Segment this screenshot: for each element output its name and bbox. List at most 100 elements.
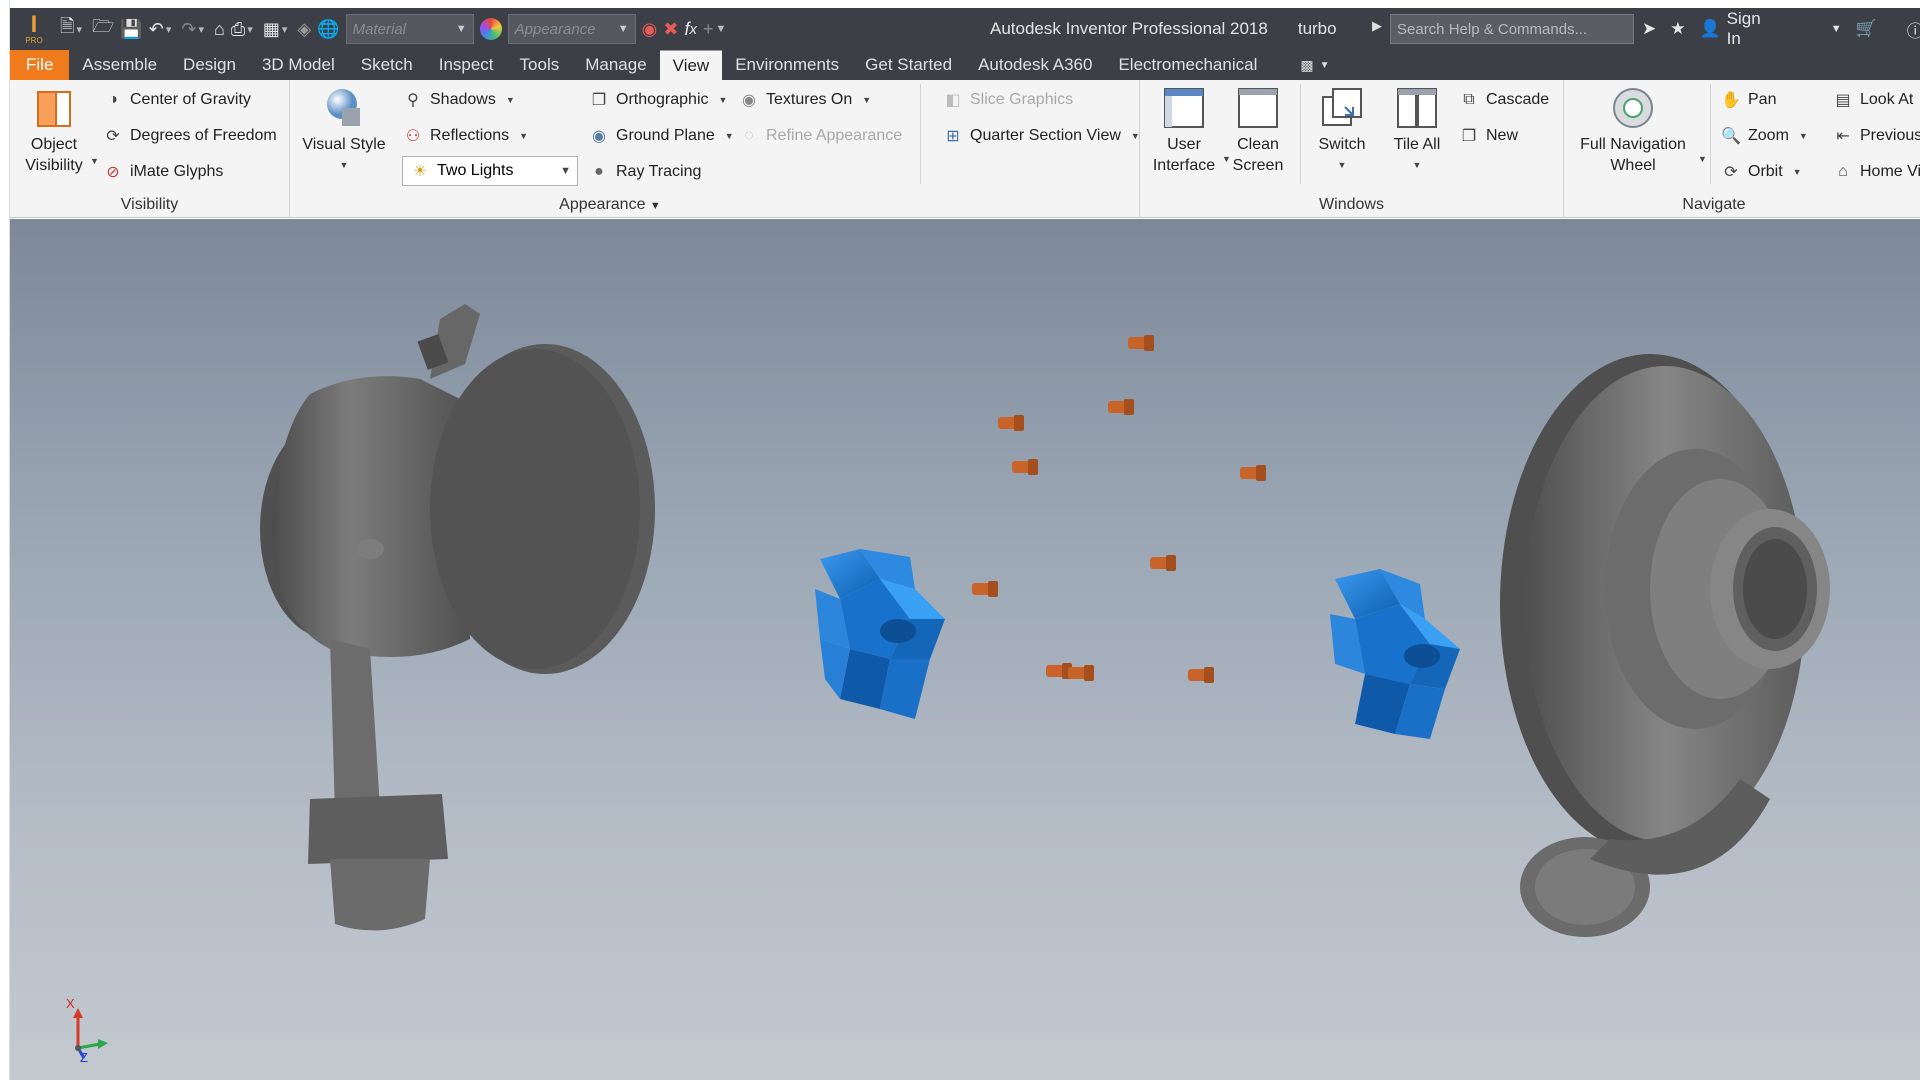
clear-appearance-icon[interactable]: ✖ [663, 14, 678, 44]
look-at-label: Look At [1860, 91, 1914, 108]
new-window-button[interactable]: ❐ New [1458, 122, 1518, 150]
ribbon-display-toggle[interactable]: ▩ ▼ [1300, 50, 1329, 80]
bolt[interactable] [1066, 663, 1096, 683]
slice-graphics-label: Slice Graphics [970, 91, 1074, 108]
app-menu-button[interactable]: I PRO [18, 10, 50, 48]
bolt[interactable] [1238, 463, 1268, 483]
customize-qat-icon[interactable]: ▼ [715, 14, 726, 44]
textures-on-button[interactable]: ◉ Textures On ▼ [738, 86, 871, 114]
chevron-down-icon: ▼ [1130, 131, 1140, 141]
cart-icon[interactable]: 🛒 [1856, 19, 1877, 39]
previous-view-button[interactable]: ⇤ Previous [1832, 122, 1920, 150]
tab-design[interactable]: Design [170, 50, 249, 80]
shadows-button[interactable]: ⚲ Shadows ▼ [402, 86, 515, 114]
select-dropdown-icon[interactable]: ▾ [282, 14, 288, 44]
sign-in-button[interactable]: 👤 Sign In [1700, 9, 1761, 49]
tab-3d-model[interactable]: 3D Model [249, 50, 348, 80]
sign-in-dropdown-icon[interactable]: ▼ [1831, 23, 1842, 35]
tab-electromechanical[interactable]: Electromechanical [1105, 50, 1270, 80]
print-icon[interactable]: ⎙ [231, 14, 245, 44]
tab-inspect[interactable]: Inspect [426, 50, 507, 80]
tab-manage[interactable]: Manage [572, 50, 659, 80]
tab-autodesk-a360[interactable]: Autodesk A360 [965, 50, 1105, 80]
object-visibility-button[interactable]: Object Visibility [24, 86, 84, 176]
orthographic-button[interactable]: ❐ Orthographic ▼ [588, 86, 728, 114]
parameters-fx-icon[interactable]: fx [684, 14, 697, 44]
bolt[interactable] [1106, 397, 1136, 417]
tile-all-button[interactable]: Tile All ▼ [1384, 86, 1450, 176]
search-input[interactable]: Search Help & Commands... [1390, 14, 1634, 44]
center-of-gravity-button[interactable]: ◑ Center of Gravity [102, 86, 251, 114]
bolt[interactable] [1148, 553, 1178, 573]
appearance-combo[interactable]: Appearance ▼ [507, 14, 636, 44]
graphics-viewport[interactable]: X Z [10, 219, 1920, 1080]
ground-plane-button[interactable]: ◉ Ground Plane ▼ [588, 122, 734, 150]
user-interface-button[interactable]: User Interface [1150, 86, 1218, 176]
camera-icon: ▩ [1300, 56, 1314, 73]
clean-screen-line1: Clean [1237, 136, 1279, 153]
look-at-button[interactable]: ▤ Look At [1832, 86, 1913, 114]
zoom-button[interactable]: 🔍 Zoom ▼ [1720, 122, 1808, 150]
right-housing[interactable] [1500, 354, 1830, 937]
favorites-star-icon[interactable]: ★ [1670, 19, 1685, 39]
redo-dropdown-icon[interactable]: ▾ [198, 14, 204, 44]
print-dropdown-icon[interactable]: ▾ [247, 14, 253, 44]
open-folder-icon[interactable]: 🗁 [92, 14, 114, 44]
tab-tools[interactable]: Tools [507, 50, 573, 80]
search-expand-icon[interactable]: ▶ [1372, 18, 1382, 34]
material-combo[interactable]: Material ▼ [345, 14, 474, 44]
redo-icon[interactable]: ↷ [181, 14, 196, 44]
home-icon[interactable]: ⌂ [214, 14, 225, 44]
tab-view[interactable]: View [659, 50, 723, 80]
communication-icon[interactable]: ➤ [1642, 19, 1656, 39]
window-title: Autodesk Inventor Professional 2018 turb… [990, 8, 1337, 50]
refine-appearance-button[interactable]: ◌ Refine Appearance [738, 122, 902, 150]
help-icon[interactable]: ⓘ [1907, 17, 1920, 42]
tab-assemble[interactable]: Assemble [69, 50, 170, 80]
bolt[interactable] [1126, 333, 1156, 353]
tab-environments[interactable]: Environments [722, 50, 852, 80]
tab-file[interactable]: File [10, 50, 70, 80]
appearance-title-text: Appearance [559, 196, 646, 213]
orbit-button[interactable]: ⟳ Orbit ▼ [1720, 158, 1801, 186]
bolt[interactable] [996, 413, 1026, 433]
left-impeller[interactable] [815, 549, 945, 719]
reflections-button[interactable]: ⚇ Reflections ▼ [402, 122, 528, 150]
left-housing[interactable] [260, 304, 655, 931]
lighting-style-select[interactable]: ☀ Two Lights ▼ [402, 156, 578, 186]
adjust-appearance-icon[interactable]: ◉ [642, 14, 658, 44]
chevron-down-icon[interactable]: ▼ [90, 156, 99, 166]
ray-tracing-button[interactable]: ● Ray Tracing [588, 158, 701, 186]
chevron-down-icon: ▼ [1798, 131, 1808, 141]
visual-style-button[interactable]: Visual Style ▼ [300, 86, 388, 176]
undo-dropdown-icon[interactable]: ▾ [166, 14, 172, 44]
bolt[interactable] [970, 579, 1000, 599]
new-file-icon[interactable]: 🗎 [60, 14, 74, 44]
clean-screen-button[interactable]: Clean Screen [1224, 86, 1292, 176]
color-override-icon[interactable]: ◈ [297, 14, 311, 44]
pan-button[interactable]: ✋ Pan [1720, 86, 1776, 114]
chevron-down-icon: ▼ [724, 131, 734, 141]
add-icon[interactable]: + [703, 14, 714, 44]
new-dropdown-icon[interactable]: ▾ [76, 14, 82, 44]
switch-button[interactable]: Switch ▼ [1306, 86, 1378, 176]
home-view-button[interactable]: ⌂ Home Vie [1832, 158, 1920, 186]
tab-get-started[interactable]: Get Started [852, 50, 965, 80]
undo-icon[interactable]: ↶ [149, 14, 164, 44]
appearance-panel-title[interactable]: Appearance ▼ [290, 194, 930, 216]
right-impeller[interactable] [1330, 569, 1460, 739]
degrees-of-freedom-button[interactable]: ⟳ Degrees of Freedom [102, 122, 276, 150]
full-navigation-wheel-button[interactable]: Full Navigation Wheel [1574, 86, 1692, 176]
imate-glyphs-button[interactable]: ⊘ iMate Glyphs [102, 158, 223, 186]
tab-sketch[interactable]: Sketch [348, 50, 426, 80]
app-logo-letter: I [30, 10, 38, 38]
bolt[interactable] [1186, 665, 1216, 685]
chevron-down-icon[interactable]: ▼ [1698, 154, 1707, 164]
cascade-button[interactable]: ⧉ Cascade [1458, 86, 1549, 114]
save-icon[interactable]: 💾 [120, 14, 142, 44]
globe-icon[interactable]: 🌐 [317, 14, 339, 44]
quarter-section-view-button[interactable]: ⊞ Quarter Section View ▼ [942, 122, 1140, 150]
select-icon[interactable]: ▦ [263, 14, 280, 44]
bolt[interactable] [1010, 457, 1040, 477]
slice-graphics-button[interactable]: ◧ Slice Graphics [942, 86, 1073, 114]
